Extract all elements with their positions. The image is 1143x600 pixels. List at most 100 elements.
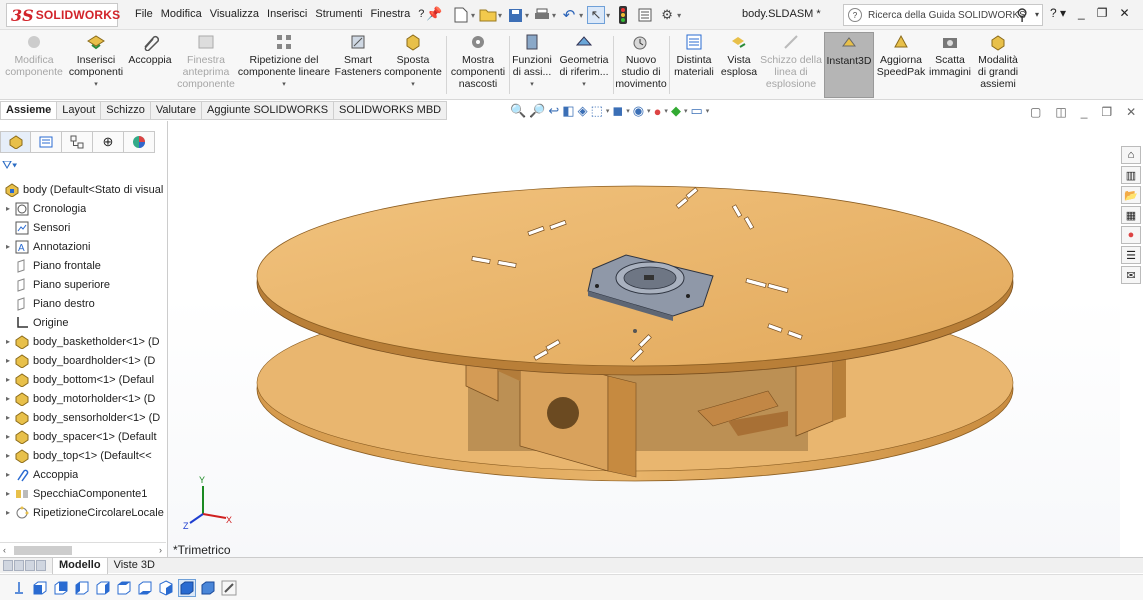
chevron-down-icon[interactable]: ▾	[677, 11, 681, 20]
help-menu-icon[interactable]: ? ▾	[1050, 6, 1066, 20]
tree-item[interactable]: Piano destro	[0, 294, 166, 313]
vista-esplosa-button[interactable]: Vista esplosa	[718, 32, 760, 98]
menu-strumenti[interactable]: Strumenti	[314, 8, 363, 20]
zoom-to-fit-icon[interactable]: 🔍	[510, 103, 526, 119]
expand-arrow-icon[interactable]: ▸	[2, 470, 14, 479]
home-icon[interactable]: ⌂	[1121, 146, 1141, 164]
left-view-icon[interactable]	[73, 579, 91, 597]
open-folder-icon[interactable]	[479, 6, 497, 24]
isometric-view-icon[interactable]	[157, 579, 175, 597]
expand-arrow-icon[interactable]: ▸	[2, 413, 14, 422]
right-view-icon[interactable]	[94, 579, 112, 597]
model-viewport[interactable]: Y X Z	[168, 121, 1120, 557]
display-manager-tab-icon[interactable]	[124, 131, 155, 153]
zoom-to-area-icon[interactable]: 🔎	[529, 103, 545, 119]
menu-inserisci[interactable]: Inserisci	[266, 8, 308, 20]
chevron-down-icon[interactable]: ▾	[579, 11, 583, 20]
tree-item[interactable]: ▸ Accoppia	[0, 465, 166, 484]
viewport-minimize-icon[interactable]: _	[1081, 105, 1088, 119]
scroll-left-icon[interactable]: ‹	[3, 545, 6, 555]
instant3d-button[interactable]: Instant3D	[824, 32, 874, 98]
view-settings-icon[interactable]: ▭	[690, 103, 702, 119]
close-icon[interactable]: ✕	[1119, 6, 1129, 20]
options-gear-icon[interactable]: ⚙	[658, 6, 676, 24]
nuovo-studio-movimento-button[interactable]: Nuovo studio di movimento	[614, 32, 668, 98]
tree-item[interactable]: ▸ Cronologia	[0, 199, 166, 218]
tree-item[interactable]: ▸ body_top<1> (Default<<	[0, 446, 166, 465]
tree-item[interactable]: body (Default<Stato di visual	[0, 180, 166, 199]
file-properties-icon[interactable]	[636, 6, 654, 24]
tab-aggiunte[interactable]: Aggiunte SOLIDWORKS	[201, 101, 335, 120]
undo-icon[interactable]: ↶	[560, 6, 578, 24]
accoppia-button[interactable]: Accoppia	[126, 32, 174, 98]
axis-triad[interactable]: Y X Z	[183, 475, 232, 531]
tree-item[interactable]: ▸ body_boardholder<1> (D	[0, 351, 166, 370]
apply-scene-icon[interactable]: ◆	[671, 103, 681, 119]
tile-view-icon[interactable]: ◫	[1055, 105, 1066, 119]
dimetric-view-icon[interactable]	[199, 579, 217, 597]
tree-item[interactable]: ▸ body_motorholder<1> (D	[0, 389, 166, 408]
tree-item[interactable]: ▸ body_sensorholder<1> (D	[0, 408, 166, 427]
inserisci-componenti-button[interactable]: Inserisci componenti ▾	[66, 32, 126, 98]
expand-arrow-icon[interactable]: ▸	[2, 356, 14, 365]
forum-icon[interactable]: ✉	[1121, 266, 1141, 284]
split-view-icon[interactable]: ▢	[1030, 105, 1041, 119]
chevron-down-icon[interactable]: ▾	[525, 11, 529, 20]
chevron-down-icon[interactable]: ▾	[606, 107, 610, 115]
front-view-icon[interactable]	[31, 579, 49, 597]
chevron-down-icon[interactable]: ▾	[582, 79, 586, 91]
expand-arrow-icon[interactable]: ▸	[2, 394, 14, 403]
help-search-box[interactable]: ? Ricerca della Guida SOLIDWORKS ⚲ ▾	[843, 4, 1043, 26]
hide-show-items-icon[interactable]: ◉	[633, 103, 644, 119]
expand-arrow-icon[interactable]: ▸	[2, 432, 14, 441]
pin-icon[interactable]: 📌	[426, 6, 442, 22]
mostra-componenti-nascosti-button[interactable]: Mostra componenti nascosti	[448, 32, 508, 98]
viewport-restore-icon[interactable]: ❐	[1101, 105, 1112, 119]
tree-item[interactable]: ▸ body_spacer<1> (Default	[0, 427, 166, 446]
first-tab-icon[interactable]	[3, 560, 13, 571]
next-tab-icon[interactable]	[25, 560, 35, 571]
section-view-icon[interactable]: ◧	[562, 103, 574, 119]
select-arrow-icon[interactable]: ↖	[587, 6, 606, 24]
robot-body-model[interactable]	[256, 185, 1014, 482]
feature-manager-tab-icon[interactable]	[0, 131, 31, 153]
view-palette-icon[interactable]: ▦	[1121, 206, 1141, 224]
chevron-down-icon[interactable]: ▾	[411, 79, 415, 91]
smart-fasteners-button[interactable]: Smart Fasteners	[334, 32, 382, 98]
trimetric-view-icon[interactable]	[178, 578, 196, 597]
expand-arrow-icon[interactable]: ▸	[2, 204, 14, 213]
back-view-icon[interactable]	[52, 579, 70, 597]
expand-arrow-icon[interactable]: ▸	[2, 242, 14, 251]
tree-horizontal-scrollbar[interactable]: ‹ ›	[0, 542, 166, 557]
menu-visualizza[interactable]: Visualizza	[209, 8, 260, 20]
tab-modello[interactable]: Modello	[52, 557, 108, 574]
expand-arrow-icon[interactable]: ▸	[2, 375, 14, 384]
tree-item[interactable]: ▸ RipetizioneCircolareLocale	[0, 503, 166, 522]
distinta-materiali-button[interactable]: Distinta materiali	[670, 32, 718, 98]
last-tab-icon[interactable]	[36, 560, 46, 571]
scroll-right-icon[interactable]: ›	[159, 545, 162, 555]
funzioni-di-assieme-button[interactable]: Funzioni di assi... ▾	[510, 32, 554, 98]
tree-item[interactable]: ▸ SpecchiaComponente1	[0, 484, 166, 503]
print-icon[interactable]	[533, 6, 551, 24]
modalita-grandi-assiemi-button[interactable]: Modalità di grandi assiemi	[972, 32, 1024, 98]
schizzo-linea-esplosione-button[interactable]: Schizzo della linea di esplosione	[760, 32, 822, 98]
expand-arrow-icon[interactable]: ▸	[2, 451, 14, 460]
menu-finestra[interactable]: Finestra	[369, 8, 411, 20]
ripetizione-lineare-button[interactable]: Ripetizione del componente lineare ▾	[236, 32, 332, 98]
restore-icon[interactable]: ❐	[1097, 6, 1108, 20]
top-view-icon[interactable]	[115, 579, 133, 597]
chevron-down-icon[interactable]: ▾	[282, 79, 286, 91]
viewport-close-icon[interactable]: ✕	[1126, 105, 1136, 119]
tree-item[interactable]: ▸ A Annotazioni	[0, 237, 166, 256]
bottom-view-icon[interactable]	[136, 579, 154, 597]
filter-icon[interactable]: ⛛▾	[2, 158, 17, 173]
geometria-di-riferimento-button[interactable]: Geometria di riferim... ▾	[556, 32, 612, 98]
tab-viste-3d[interactable]: Viste 3D	[108, 558, 161, 574]
save-icon[interactable]	[506, 6, 524, 24]
dimxpert-tab-icon[interactable]: ⊕	[93, 131, 124, 153]
search-icon[interactable]: ⚲	[1016, 5, 1028, 25]
menu-modifica[interactable]: Modifica	[160, 8, 203, 20]
sposta-componente-button[interactable]: Sposta componente ▾	[382, 32, 444, 98]
chevron-down-icon[interactable]: ▾	[530, 79, 534, 91]
